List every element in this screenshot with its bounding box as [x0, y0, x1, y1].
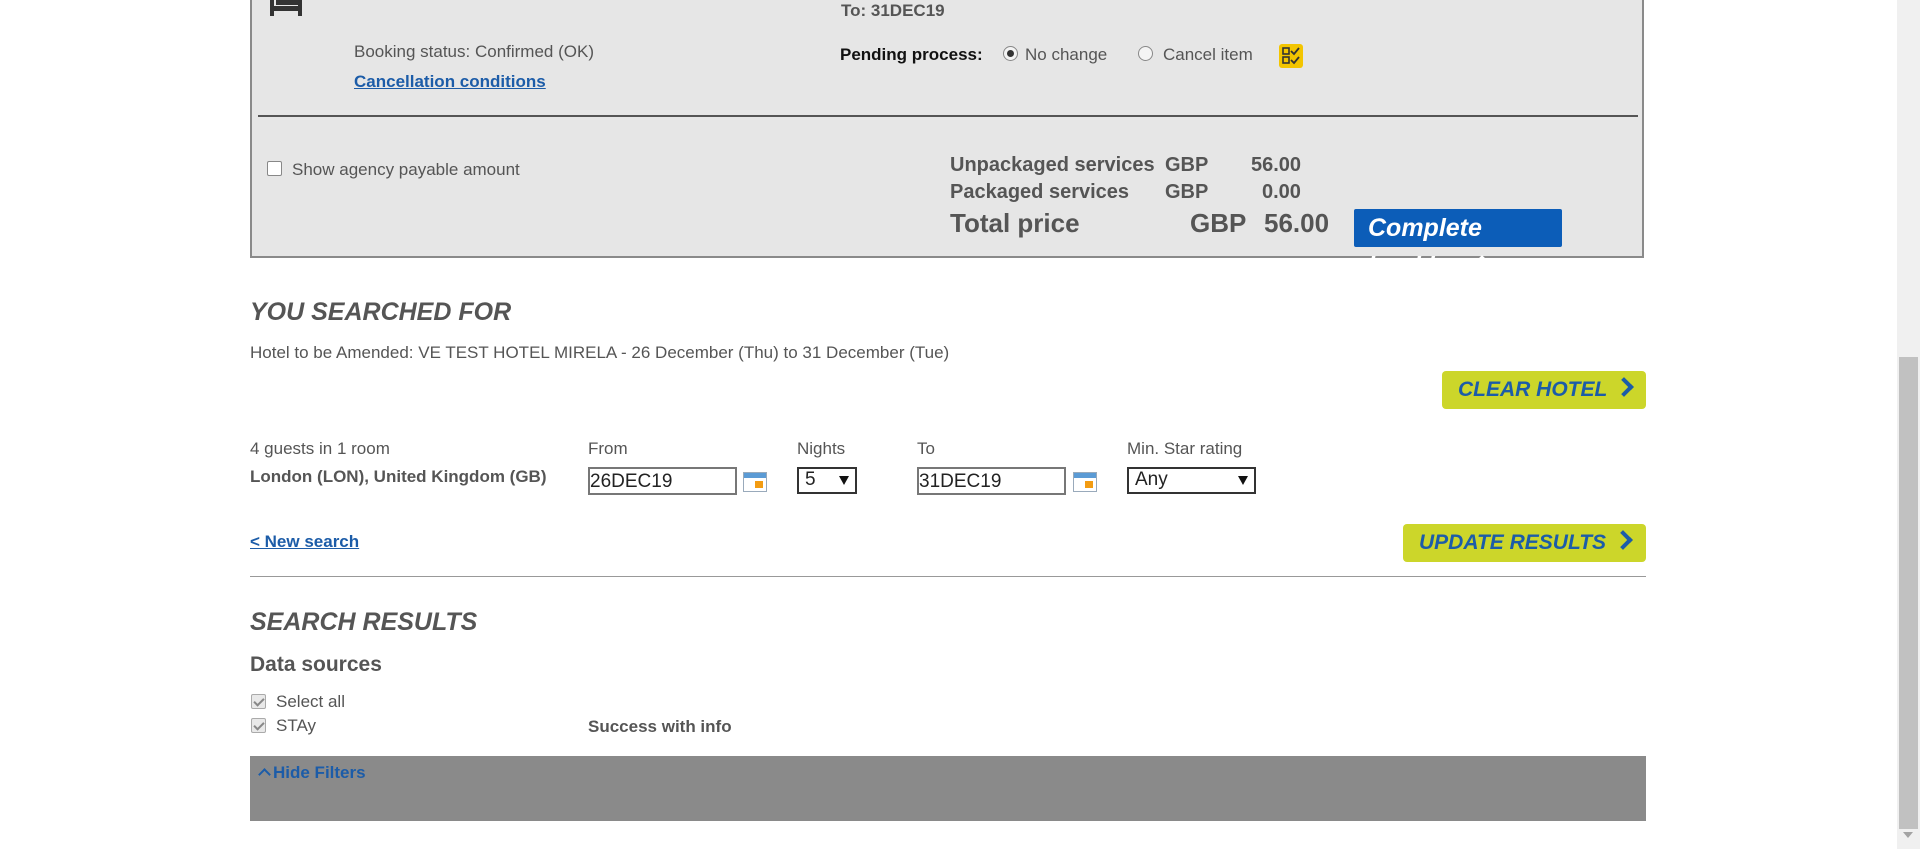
destination-text: London (LON), United Kingdom (GB) — [250, 467, 547, 486]
star-rating-select[interactable]: Any — [1127, 467, 1256, 494]
section-divider — [250, 576, 1646, 577]
price-amount-total: 56.00 — [1264, 208, 1330, 238]
radio-no-change[interactable] — [1003, 46, 1018, 61]
caret-up-icon — [258, 768, 271, 781]
booking-to-date: To: 31DEC19 — [841, 1, 945, 20]
filters-bar: Hide Filters — [250, 756, 1646, 821]
complete-booking-label: Complete booking — [1368, 214, 1482, 280]
from-label: From — [588, 439, 628, 458]
chevron-down-icon — [839, 476, 849, 485]
to-date-input[interactable] — [917, 467, 1066, 495]
calendar-icon[interactable] — [743, 472, 767, 492]
radio-no-change-label: No change — [1025, 45, 1108, 64]
chevron-right-icon — [1613, 530, 1633, 550]
nights-label: Nights — [797, 439, 846, 458]
price-label-packaged: Packaged services — [950, 181, 1130, 203]
update-results-label: UPDATE RESULTS — [1419, 531, 1607, 554]
new-search-link[interactable]: < New search — [250, 532, 359, 552]
panel-divider — [258, 115, 1638, 117]
price-label-unpackaged: Unpackaged services — [950, 154, 1155, 176]
search-results-title: SEARCH RESULTS — [250, 608, 478, 636]
pending-process-label: Pending process: — [840, 45, 983, 64]
from-date-input[interactable] — [588, 467, 737, 495]
select-all-checkbox[interactable] — [251, 694, 266, 709]
select-all-label: Select all — [276, 692, 345, 711]
nights-select[interactable]: 5 — [797, 467, 857, 494]
radio-cancel-item[interactable] — [1138, 46, 1153, 61]
price-currency-total: GBP — [1190, 208, 1247, 238]
price-label-total: Total price — [950, 208, 1080, 238]
booking-status: Booking status: Confirmed (OK) — [354, 42, 594, 61]
complete-booking-button[interactable]: Complete booking — [1354, 209, 1562, 280]
price-amount-packaged: 0.00 — [1262, 181, 1301, 203]
data-sources-title: Data sources — [250, 653, 382, 676]
update-results-button[interactable]: UPDATE RESULTS — [1403, 524, 1646, 562]
to-label: To — [917, 439, 935, 458]
price-amount-unpackaged: 56.00 — [1251, 154, 1302, 176]
chevron-down-icon — [1238, 476, 1248, 485]
agency-payable-label: Show agency payable amount — [292, 160, 520, 179]
bed-icon — [270, 0, 302, 16]
cancellation-conditions-link[interactable]: Cancellation conditions — [354, 72, 546, 92]
scrollbar-thumb[interactable] — [1899, 357, 1918, 829]
hotel-amended-text: Hotel to be Amended: VE TEST HOTEL MIREL… — [250, 343, 950, 362]
agency-payable-checkbox[interactable] — [267, 161, 282, 176]
source-stay-label: STAy — [276, 716, 316, 735]
hide-filters-label: Hide Filters — [273, 763, 366, 782]
source-stay-checkbox[interactable] — [251, 718, 266, 733]
radio-cancel-item-label: Cancel item — [1163, 45, 1253, 64]
calendar-icon[interactable] — [1073, 472, 1097, 492]
chevron-right-icon — [1614, 377, 1635, 397]
clear-hotel-label: CLEAR HOTEL — [1458, 378, 1608, 401]
you-searched-for-title: YOU SEARCHED FOR — [250, 298, 512, 326]
guests-summary: 4 guests in 1 room — [250, 439, 390, 458]
scroll-down-arrow-icon[interactable] — [1903, 832, 1913, 838]
price-currency-packaged: GBP — [1165, 181, 1209, 203]
source-status: Success with info — [588, 717, 732, 736]
booking-summary-panel: To: 31DEC19 Booking status: Confirmed (O… — [250, 0, 1644, 280]
hide-filters-toggle[interactable]: Hide Filters — [258, 763, 366, 783]
price-currency-unpackaged: GBP — [1165, 154, 1209, 176]
clear-hotel-button[interactable]: CLEAR HOTEL — [1442, 371, 1646, 409]
star-rating-value: Any — [1135, 469, 1168, 490]
nights-value: 5 — [805, 469, 816, 490]
pending-process-icon[interactable] — [1279, 44, 1303, 68]
chevron-right-icon — [1472, 255, 1493, 275]
star-rating-label: Min. Star rating — [1127, 439, 1243, 458]
